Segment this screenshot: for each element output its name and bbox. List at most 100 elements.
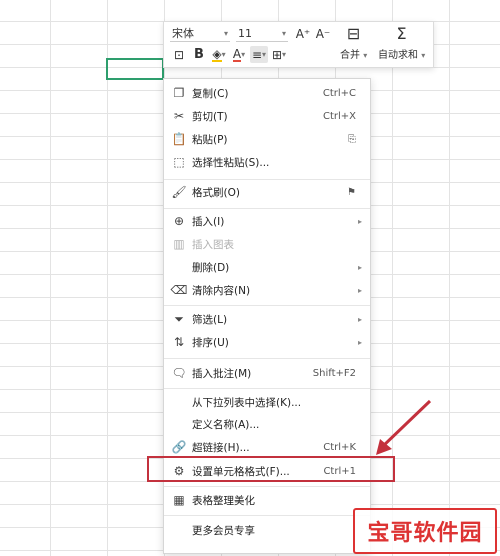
menu-item-label: 超链接(H)...: [192, 441, 250, 454]
menu-item-label: 插入图表: [192, 238, 234, 251]
menu-item-label: 选择性粘贴(S)...: [192, 156, 270, 169]
chevron-right-icon: ▸: [357, 337, 362, 347]
menu-item-label: 粘贴(P): [192, 133, 228, 146]
menu-item-label: 复制(C): [192, 87, 229, 100]
chart-icon: ▥: [173, 237, 185, 251]
autosum-button[interactable]: Σ 自动求和 ▾: [378, 24, 425, 61]
chevron-right-icon: ▸: [357, 285, 362, 295]
merge-cells-icon: ⊟: [346, 24, 361, 43]
chevron-down-icon: ▾: [221, 50, 226, 59]
menu-item-clear-contents[interactable]: ⌫ 清除内容(N) ▸: [164, 279, 370, 301]
borders-button[interactable]: ⊞ ▾: [270, 46, 288, 63]
shrink-font-button[interactable]: A⁻: [314, 25, 332, 42]
grow-font-icon: A⁺: [295, 26, 311, 41]
selected-cell[interactable]: [106, 58, 164, 80]
chevron-right-icon: ▸: [357, 216, 362, 226]
menu-item-label: 格式刷(O): [192, 186, 240, 199]
menu-item-sort[interactable]: ⇅ 排序(U) ▸: [164, 331, 370, 353]
menu-item-delete[interactable]: 删除(D) ▸: [164, 256, 370, 278]
font-size-value: 11: [238, 26, 252, 40]
align-center-button[interactable]: ≡ ▾: [250, 46, 268, 63]
menu-item-pick-from-list[interactable]: 从下拉列表中选择(K)...: [164, 391, 370, 413]
watermark-logo: 宝哥软件园: [353, 508, 497, 554]
copy-icon: ❐: [173, 86, 185, 100]
format-cells-toolbar-button[interactable]: ⊡: [170, 46, 188, 63]
fill-bucket-icon: ◈: [212, 46, 222, 62]
font-color-button[interactable]: A ▾: [230, 46, 248, 63]
shrink-font-icon: A⁻: [315, 26, 331, 41]
cut-icon: ✂: [173, 109, 185, 123]
align-center-icon: ≡: [251, 47, 263, 62]
menu-separator: [164, 305, 370, 306]
font-name-select[interactable]: 宋体 ▾: [170, 25, 230, 42]
sigma-icon: Σ: [396, 24, 407, 43]
font-size-select[interactable]: 11 ▾: [236, 25, 288, 42]
paste-special-icon: ⬚: [173, 155, 185, 169]
menu-item-label: 排序(U): [192, 336, 229, 349]
insert-icon: ⊕: [173, 214, 185, 228]
autosum-label: 自动求和: [378, 50, 418, 61]
menu-item-label: 插入批注(M): [192, 367, 252, 380]
menu-item-insert-comment[interactable]: 🗨 插入批注(M) Shift+F2: [164, 362, 370, 384]
menu-separator: [164, 486, 370, 487]
cells-icon: ⊡: [173, 47, 185, 62]
grow-font-button[interactable]: A⁺: [294, 25, 312, 42]
menu-item-label: 筛选(L): [192, 313, 228, 326]
merge-button[interactable]: ⊟ 合并 ▾: [340, 24, 367, 61]
context-menu: ❐ 复制(C) Ctrl+C ✂ 剪切(T) Ctrl+X 📋 粘贴(P) ⎘ …: [163, 78, 371, 554]
menu-item-label: 更多会员专享: [192, 524, 255, 537]
menu-item-label: 表格整理美化: [192, 494, 255, 507]
bold-button[interactable]: B: [190, 46, 208, 63]
menu-separator: [164, 388, 370, 389]
borders-icon: ⊞: [271, 47, 283, 62]
menu-separator: [164, 179, 370, 180]
chevron-right-icon: ▸: [357, 314, 362, 324]
menu-item-define-name[interactable]: 定义名称(A)...: [164, 413, 370, 435]
menu-item-label: 从下拉列表中选择(K)...: [192, 396, 302, 409]
font-name-value: 宋体: [172, 27, 194, 40]
comment-icon: 🗨: [171, 366, 187, 380]
format-painter-icon: 🖌: [171, 185, 187, 199]
menu-separator: [164, 358, 370, 359]
sort-icon: ⇅: [173, 335, 185, 349]
menu-item-shortcut: Ctrl+X: [322, 110, 356, 122]
menu-item-label: 定义名称(A)...: [192, 418, 260, 431]
eraser-icon: ⌫: [170, 283, 188, 297]
format-painter-options-icon[interactable]: ⚑: [347, 187, 356, 198]
menu-item-shortcut: Shift+F2: [312, 367, 356, 379]
filter-icon: ⏷: [174, 311, 184, 326]
menu-item-shortcut: Ctrl+C: [322, 87, 356, 99]
menu-item-cut[interactable]: ✂ 剪切(T) Ctrl+X: [164, 105, 370, 127]
table-beautify-icon: ▦: [173, 493, 185, 507]
menu-item-label: 剪切(T): [192, 110, 228, 123]
fill-color-button[interactable]: ◈ ▾: [210, 46, 228, 63]
menu-separator: [164, 208, 370, 209]
annotation-arrow-icon: [376, 399, 432, 455]
menu-item-format-painter[interactable]: 🖌 格式刷(O) ⚑: [164, 181, 370, 203]
chevron-down-icon: ▾: [223, 28, 228, 38]
watermark-text: 宝哥软件园: [367, 521, 483, 546]
paste-options-icon[interactable]: ⎘: [348, 134, 356, 145]
chevron-down-icon: ▾: [363, 51, 368, 60]
menu-item-insert[interactable]: ⊕ 插入(I) ▸: [164, 210, 370, 232]
menu-item-label: 插入(I): [192, 215, 225, 228]
menu-item-hyperlink[interactable]: 🔗 超链接(H)... Ctrl+K: [164, 436, 370, 458]
merge-label: 合并: [340, 50, 360, 61]
font-color-icon: A: [232, 46, 242, 62]
menu-separator: [164, 515, 370, 516]
menu-item-label: 清除内容(N): [192, 284, 251, 297]
chevron-down-icon: ▾: [241, 50, 246, 59]
menu-item-copy[interactable]: ❐ 复制(C) Ctrl+C: [164, 82, 370, 104]
chevron-down-icon: ▾: [282, 50, 287, 59]
paste-icon: 📋: [171, 132, 187, 146]
menu-item-table-beautify[interactable]: ▦ 表格整理美化: [164, 489, 370, 511]
menu-item-insert-chart: ▥ 插入图表: [164, 233, 370, 255]
menu-item-filter[interactable]: ⏷ 筛选(L) ▸: [164, 308, 370, 330]
menu-item-paste[interactable]: 📋 粘贴(P) ⎘: [164, 128, 370, 150]
menu-item-shortcut: Ctrl+K: [323, 441, 356, 453]
menu-item-more-member[interactable]: 更多会员专享: [164, 519, 370, 541]
bold-icon: B: [194, 47, 204, 62]
mini-toolbar: 宋体 ▾ 11 ▾ A⁺ A⁻ ⊡ B ◈ ▾ A ▾ ≡ ▾ ⊞ ▾ ⊟ 合并 ▾ Σ…: [163, 21, 434, 68]
chevron-down-icon: ▾: [262, 50, 267, 59]
menu-item-paste-special[interactable]: ⬚ 选择性粘贴(S)...: [164, 151, 370, 173]
